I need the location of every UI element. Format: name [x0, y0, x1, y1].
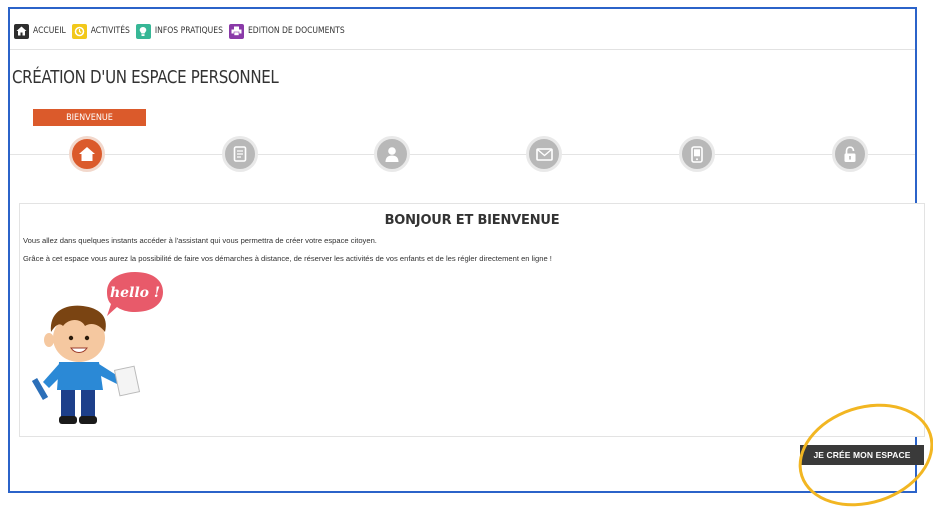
- nav-label-activites: ACTIVITÉS: [90, 26, 130, 36]
- app-frame: ACCUEIL ACTIVITÉS INFOS PRATIQUES EDITIO…: [8, 7, 925, 493]
- step-welcome[interactable]: [69, 136, 105, 172]
- active-step-label: BIENVENUE: [33, 109, 146, 126]
- welcome-title: BONJOUR ET BIENVENUE: [384, 213, 560, 228]
- step-contact[interactable]: [526, 136, 562, 172]
- phone-icon: [691, 145, 703, 163]
- lightbulb-icon: [135, 23, 151, 39]
- nav-item-activites[interactable]: ACTIVITÉS: [71, 23, 130, 39]
- step-identity[interactable]: [374, 136, 410, 172]
- printer-icon: [228, 23, 244, 39]
- stepper-track: [10, 154, 915, 155]
- home-icon: [79, 147, 95, 161]
- welcome-text-intro: Vous allez dans quelques instants accéde…: [23, 236, 377, 245]
- nav-item-infos-pratiques[interactable]: INFOS PRATIQUES: [135, 23, 223, 39]
- hello-boy-illustration: hello !: [31, 272, 163, 424]
- step-security[interactable]: [832, 136, 868, 172]
- document-icon: [233, 146, 247, 162]
- nav-divider: [10, 49, 915, 50]
- welcome-text-details: Grâce à cet espace vous aurez la possibi…: [23, 254, 552, 263]
- create-space-button[interactable]: JE CRÉE MON ESPACE: [800, 445, 924, 465]
- nav-item-edition-documents[interactable]: EDITION DE DOCUMENTS: [228, 23, 345, 39]
- envelope-icon: [535, 147, 553, 161]
- top-navigation: ACCUEIL ACTIVITÉS INFOS PRATIQUES EDITIO…: [14, 21, 345, 41]
- home-icon: [14, 23, 29, 39]
- nav-label-accueil: ACCUEIL: [33, 26, 66, 36]
- nav-label-infos-pratiques: INFOS PRATIQUES: [154, 26, 223, 36]
- page-title: CRÉATION D'UN ESPACE PERSONNEL: [12, 68, 279, 88]
- nav-item-accueil[interactable]: ACCUEIL: [14, 23, 66, 39]
- speech-bubble-text: hello !: [110, 285, 160, 301]
- nav-label-edition-documents: EDITION DE DOCUMENTS: [247, 26, 345, 36]
- clock-icon: [71, 23, 87, 39]
- user-icon: [385, 146, 399, 162]
- lock-icon: [844, 145, 856, 162]
- step-phone[interactable]: [679, 136, 715, 172]
- welcome-panel: BONJOUR ET BIENVENUE Vous allez dans que…: [19, 203, 925, 437]
- step-documents[interactable]: [222, 136, 258, 172]
